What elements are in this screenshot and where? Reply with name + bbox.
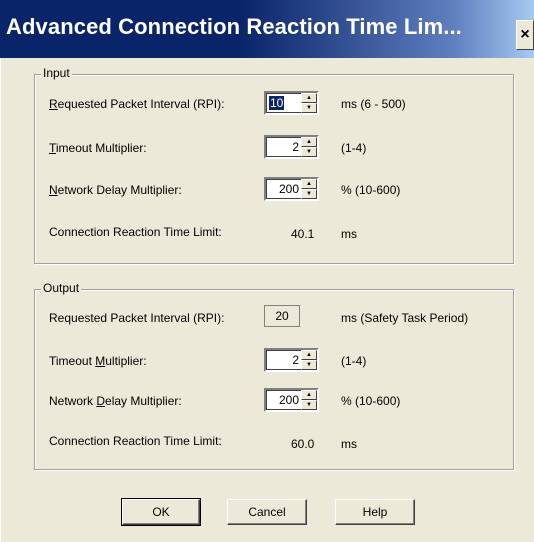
spin-up-icon[interactable]: ▲: [301, 137, 317, 147]
input-timeout-units: (1-4): [341, 141, 367, 155]
output-rpi-value: 20: [264, 305, 300, 327]
spin-up-icon[interactable]: ▲: [301, 179, 317, 189]
title-bar[interactable]: Advanced Connection Reaction Time Lim...…: [0, 0, 534, 58]
input-rpi-spinner[interactable]: 10 ▲ ▼: [264, 91, 319, 115]
spin-down-icon[interactable]: ▼: [301, 103, 317, 113]
output-rpi-units: ms (Safety Task Period): [341, 311, 469, 325]
input-delay-value[interactable]: 200: [269, 182, 299, 196]
input-delay-units: % (10-600): [341, 183, 401, 197]
output-delay-units: % (10-600): [341, 394, 401, 408]
input-rpi-label: Requested Packet Interval (RPI):: [49, 97, 225, 111]
input-timeout-label: Timeout Multiplier:: [49, 141, 147, 155]
input-delay-label: Network Delay Multiplier:: [49, 183, 182, 197]
input-rpi-units: ms (6 - 500): [341, 97, 406, 111]
output-group: Output Requested Packet Interval (RPI): …: [34, 281, 514, 470]
input-timeout-spinner[interactable]: 2 ▲ ▼: [264, 135, 319, 159]
output-group-legend: Output: [41, 281, 82, 295]
output-delay-value[interactable]: 200: [269, 393, 299, 407]
input-group: Input Requested Packet Interval (RPI): 1…: [34, 66, 514, 264]
window-title: Advanced Connection Reaction Time Lim...: [6, 14, 462, 39]
cancel-button[interactable]: Cancel: [227, 499, 307, 525]
output-timeout-label: Timeout Multiplier:: [49, 354, 147, 368]
output-timeout-units: (1-4): [341, 354, 367, 368]
close-icon[interactable]: ×: [516, 20, 534, 50]
input-crtl-value: 40.1: [291, 227, 315, 241]
input-crtl-label: Connection Reaction Time Limit:: [49, 225, 222, 239]
output-crtl-value: 60.0: [291, 437, 315, 451]
dialog-body: Input Requested Packet Interval (RPI): 1…: [0, 58, 534, 542]
output-rpi-label: Requested Packet Interval (RPI):: [49, 311, 225, 325]
output-timeout-value[interactable]: 2: [269, 353, 299, 367]
input-rpi-value[interactable]: 10: [269, 96, 299, 110]
input-delay-spinner[interactable]: 200 ▲ ▼: [264, 177, 319, 201]
spin-down-icon[interactable]: ▼: [301, 147, 317, 157]
ok-button[interactable]: OK: [121, 498, 201, 526]
spin-up-icon[interactable]: ▲: [301, 350, 317, 360]
spin-down-icon[interactable]: ▼: [301, 400, 317, 410]
spin-up-icon[interactable]: ▲: [301, 93, 317, 103]
input-crtl-units: ms: [341, 227, 357, 241]
dialog-window: Advanced Connection Reaction Time Lim...…: [0, 0, 534, 542]
spin-down-icon[interactable]: ▼: [301, 189, 317, 199]
spin-down-icon[interactable]: ▼: [301, 360, 317, 370]
output-crtl-label: Connection Reaction Time Limit:: [49, 434, 222, 448]
output-delay-label: Network Delay Multiplier:: [49, 394, 182, 408]
output-timeout-spinner[interactable]: 2 ▲ ▼: [264, 348, 319, 372]
help-button[interactable]: Help: [335, 499, 415, 525]
input-timeout-value[interactable]: 2: [269, 140, 299, 154]
output-delay-spinner[interactable]: 200 ▲ ▼: [264, 388, 319, 412]
output-crtl-units: ms: [341, 437, 357, 451]
spin-up-icon[interactable]: ▲: [301, 390, 317, 400]
input-group-legend: Input: [41, 66, 72, 80]
